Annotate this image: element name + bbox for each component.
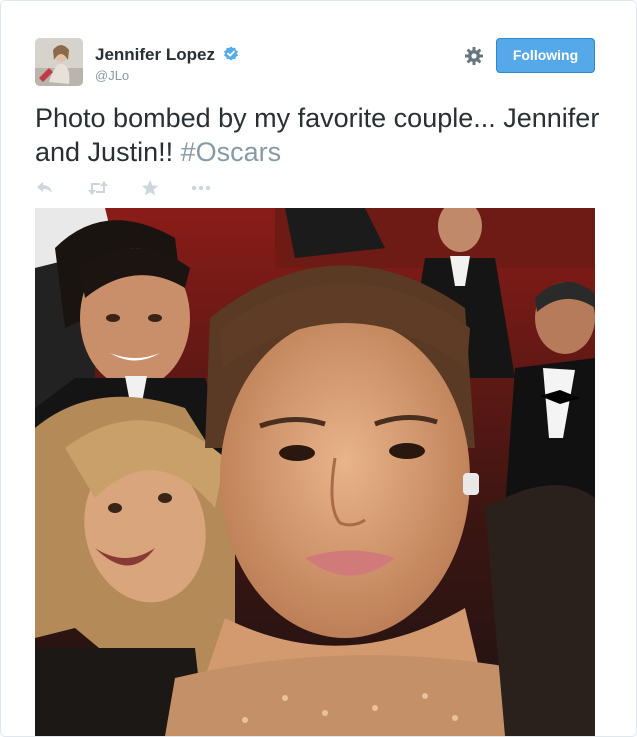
verified-badge-icon [223,46,238,61]
author-name[interactable]: Jennifer Lopez [95,45,239,65]
author-name-text[interactable]: Jennifer Lopez [95,45,215,64]
following-button[interactable]: Following [496,38,595,73]
reply-icon[interactable] [35,179,55,197]
hashtag-link[interactable]: #Oscars [181,137,282,167]
tweet-text: Photo bombed by my favorite couple... Je… [35,101,605,169]
favorite-icon[interactable] [140,179,160,197]
tweet-text-main: Photo bombed by my favorite couple... Je… [35,103,600,167]
selfie-image [35,208,595,736]
tweet-photo[interactable] [35,208,595,736]
avatar[interactable] [35,38,83,86]
author-handle[interactable]: @JLo [95,68,129,83]
retweet-icon[interactable] [87,179,109,197]
gear-icon[interactable] [464,46,484,66]
tweet-card: Jennifer Lopez @JLo Following Photo bomb… [0,0,637,737]
more-icon[interactable] [190,179,212,197]
